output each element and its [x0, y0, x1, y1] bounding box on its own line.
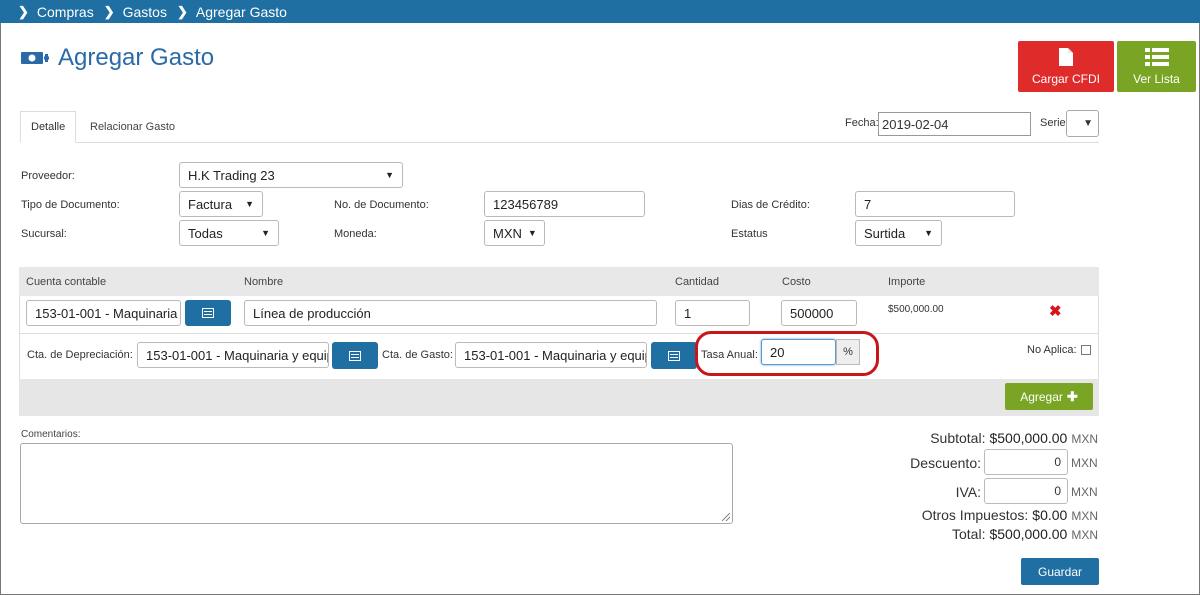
page-title: Agregar Gasto: [58, 44, 215, 71]
chevron-down-icon: ▼: [245, 199, 254, 209]
list-card-icon: [349, 350, 361, 361]
ver-lista-label: Ver Lista: [1133, 72, 1180, 86]
guardar-button[interactable]: Guardar: [1021, 558, 1099, 585]
chevron-down-icon: ▼: [924, 228, 933, 238]
serie-label: Serie: [1040, 117, 1066, 129]
iva-label: IVA:: [955, 484, 981, 500]
otros-impuestos-value: $0.00: [1032, 507, 1068, 523]
tab-detalle[interactable]: Detalle: [20, 111, 76, 143]
subtotal-row: Subtotal: $500,000.00 MXN: [880, 430, 1098, 446]
otros-impuestos-label: Otros Impuestos:: [921, 507, 1029, 523]
proveedor-label: Proveedor:: [21, 170, 75, 182]
breadcrumb-agregar-gasto: Agregar Gasto: [195, 3, 287, 20]
currency-label: MXN: [1071, 485, 1098, 499]
ver-lista-button[interactable]: Ver Lista: [1117, 41, 1196, 92]
fecha-input[interactable]: 2019-02-04: [878, 112, 1031, 136]
moneda-value: MXN: [493, 225, 522, 241]
total-value: $500,000.00: [989, 526, 1068, 542]
cta-gasto-input[interactable]: 153-01-001 - Maquinaria y equip: [455, 342, 647, 368]
list-icon: [1144, 48, 1169, 66]
cta-gasto-search-button[interactable]: [651, 342, 697, 369]
dias-credito-label: Dias de Crédito:: [731, 199, 810, 211]
proveedor-value: H.K Trading 23: [188, 167, 275, 183]
currency-label: MXN: [1071, 528, 1098, 542]
agregar-button[interactable]: Agregar ✚: [1005, 383, 1093, 410]
resize-handle-icon[interactable]: [722, 513, 730, 521]
proveedor-select[interactable]: H.K Trading 23 ▼: [179, 162, 403, 188]
tipo-documento-value: Factura: [188, 196, 233, 212]
total-label: Total:: [952, 526, 986, 542]
cta-depreciacion-label: Cta. de Depreciación:: [27, 349, 133, 361]
chevron-down-icon: ▼: [261, 228, 270, 238]
cta-gasto-label: Cta. de Gasto:: [382, 349, 453, 361]
cta-depreciacion-input[interactable]: 153-01-001 - Maquinaria y equip: [137, 342, 329, 368]
list-card-icon: [668, 350, 680, 361]
money-icon: [21, 52, 49, 64]
cta-depreciacion-search-button[interactable]: [332, 342, 378, 369]
column-header-cantidad: Cantidad: [675, 276, 720, 288]
sucursal-label: Sucursal:: [21, 228, 67, 240]
tab-relacionar-gasto[interactable]: Relacionar Gasto: [80, 111, 185, 143]
chevron-down-icon: ▼: [527, 228, 537, 238]
iva-input[interactable]: 0: [984, 478, 1068, 504]
breadcrumb: ❯ Compras ❯ Gastos ❯ Agregar Gasto: [0, 0, 1200, 23]
column-header-cuenta: Cuenta contable: [26, 276, 107, 288]
comentarios-label: Comentarios:: [21, 429, 81, 440]
serie-select[interactable]: ▼: [1066, 110, 1099, 137]
descuento-label: Descuento:: [910, 455, 981, 471]
tipo-documento-label: Tipo de Documento:: [21, 199, 120, 211]
plus-icon: ✚: [1066, 388, 1078, 404]
cargar-cfdi-button[interactable]: Cargar CFDI: [1018, 41, 1114, 92]
total-row: Total: $500,000.00 MXN: [880, 526, 1098, 542]
nombre-input[interactable]: Línea de producción: [244, 300, 657, 326]
otros-impuestos-row: Otros Impuestos: $0.00 MXN: [880, 507, 1098, 523]
estatus-value: Surtida: [864, 225, 906, 241]
cargar-cfdi-label: Cargar CFDI: [1031, 72, 1100, 86]
dias-credito-input[interactable]: 7: [855, 191, 1015, 217]
cuenta-contable-input[interactable]: 153-01-001 - Maquinaria y: [26, 300, 181, 326]
estatus-label: Estatus: [731, 228, 768, 240]
breadcrumb-gastos[interactable]: Gastos: [123, 4, 167, 20]
comentarios-textarea[interactable]: [20, 443, 733, 524]
no-documento-input[interactable]: 123456789: [484, 191, 645, 217]
list-card-icon: [202, 308, 214, 318]
column-header-costo: Costo: [782, 276, 811, 288]
no-documento-label: No. de Documento:: [334, 199, 429, 211]
moneda-label: Moneda:: [334, 228, 377, 240]
column-header-importe: Importe: [888, 276, 926, 288]
currency-label: MXN: [1071, 509, 1098, 523]
chevron-right-icon: ❯: [103, 3, 115, 19]
file-icon: [1059, 48, 1073, 66]
importe-value: $500,000.00: [888, 304, 944, 315]
costo-input[interactable]: 500000: [781, 300, 857, 326]
currency-label: MXN: [1071, 456, 1098, 470]
chevron-right-icon: ❯: [18, 3, 29, 19]
add-row-bar: [19, 379, 1099, 416]
cuenta-contable-search-button[interactable]: [185, 300, 231, 326]
agregar-label: Agregar: [1020, 389, 1063, 404]
chevron-right-icon: ❯: [176, 3, 188, 19]
descuento-input[interactable]: 0: [984, 449, 1068, 475]
column-header-nombre: Nombre: [244, 276, 284, 288]
page-header: Agregar Gasto: [20, 44, 214, 72]
sucursal-select[interactable]: Todas ▼: [179, 220, 279, 246]
estatus-select[interactable]: Surtida ▼: [855, 220, 942, 246]
chevron-down-icon: ▼: [385, 170, 394, 180]
currency-label: MXN: [1071, 432, 1098, 446]
sucursal-value: Todas: [188, 225, 223, 241]
moneda-select[interactable]: MXN ▼: [484, 220, 545, 246]
delete-row-icon[interactable]: ✖: [1049, 302, 1062, 320]
chevron-down-icon: ▼: [1083, 118, 1093, 129]
subtotal-label: Subtotal:: [930, 430, 986, 446]
table-header: [19, 267, 1099, 296]
cantidad-input[interactable]: 1: [675, 300, 750, 326]
fecha-label: Fecha:: [845, 117, 879, 129]
breadcrumb-compras[interactable]: Compras: [37, 4, 94, 20]
subtotal-value: $500,000.00: [989, 430, 1068, 446]
no-aplica-label: No Aplica:: [1027, 344, 1077, 356]
tipo-documento-select[interactable]: Factura ▼: [179, 191, 263, 217]
no-aplica-checkbox[interactable]: [1081, 345, 1091, 355]
tasa-anual-highlight: [695, 331, 879, 376]
